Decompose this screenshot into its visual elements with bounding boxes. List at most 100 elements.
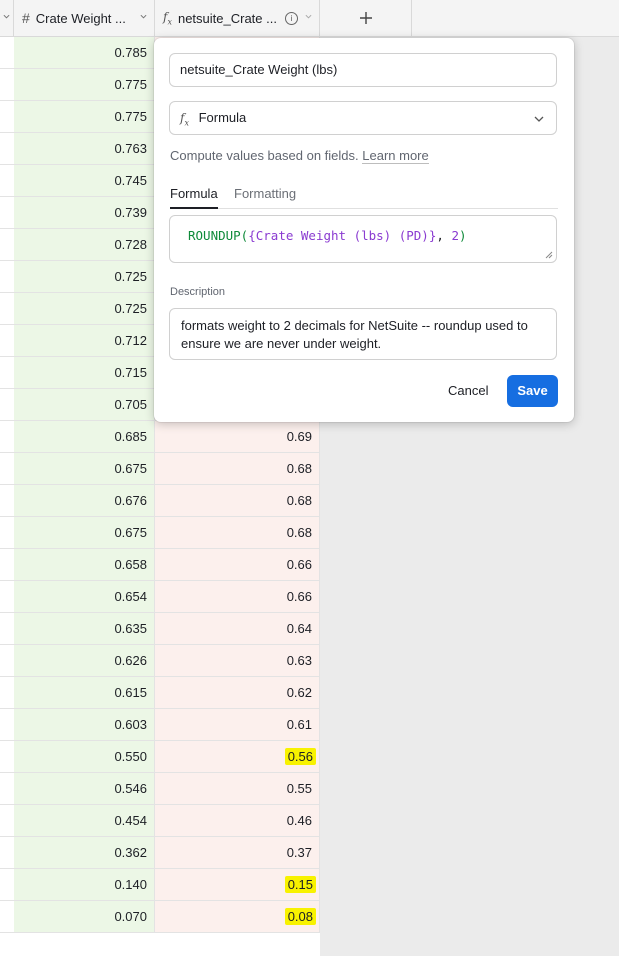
tab-formatting[interactable]: Formatting	[234, 186, 296, 207]
formula-input[interactable]: ROUNDUP({Crate Weight (lbs) (PD)}, 2)	[169, 215, 557, 263]
header-row-selector[interactable]	[0, 0, 14, 36]
cell-netsuite-crate-weight[interactable]: 0.62	[155, 677, 320, 708]
row-selector[interactable]	[0, 229, 15, 260]
row-selector[interactable]	[0, 773, 15, 804]
description-input[interactable]: formats weight to 2 decimals for NetSuit…	[169, 308, 557, 360]
row-selector[interactable]	[0, 805, 15, 836]
cell-netsuite-crate-weight[interactable]: 0.15	[155, 869, 320, 900]
table-row[interactable]: 0.675 0.68	[0, 517, 320, 549]
row-selector[interactable]	[0, 389, 15, 420]
cell-crate-weight[interactable]: 0.615	[14, 677, 155, 708]
table-row[interactable]: 0.658 0.66	[0, 549, 320, 581]
table-row[interactable]: 0.676 0.68	[0, 485, 320, 517]
row-selector[interactable]	[0, 453, 15, 484]
row-selector[interactable]	[0, 901, 15, 932]
cell-crate-weight[interactable]: 0.775	[14, 69, 155, 100]
table-row[interactable]: 0.140 0.15	[0, 869, 320, 901]
row-selector[interactable]	[0, 485, 15, 516]
cell-crate-weight[interactable]: 0.775	[14, 101, 155, 132]
cell-crate-weight[interactable]: 0.745	[14, 165, 155, 196]
row-selector[interactable]	[0, 549, 15, 580]
row-selector[interactable]	[0, 133, 15, 164]
table-row[interactable]: 0.550 0.56	[0, 741, 320, 773]
table-row[interactable]: 0.615 0.62	[0, 677, 320, 709]
row-selector[interactable]	[0, 677, 15, 708]
info-icon[interactable]: i	[284, 11, 298, 25]
cell-crate-weight[interactable]: 0.712	[14, 325, 155, 356]
add-field-button[interactable]	[320, 0, 412, 36]
cell-netsuite-crate-weight[interactable]: 0.08	[155, 901, 320, 932]
cell-crate-weight[interactable]: 0.654	[14, 581, 155, 612]
save-button[interactable]: Save	[507, 375, 558, 407]
row-selector[interactable]	[0, 325, 15, 356]
table-row[interactable]: 0.654 0.66	[0, 581, 320, 613]
cell-netsuite-crate-weight[interactable]: 0.61	[155, 709, 320, 740]
row-selector[interactable]	[0, 869, 15, 900]
cell-crate-weight[interactable]: 0.739	[14, 197, 155, 228]
table-row[interactable]: 0.454 0.46	[0, 805, 320, 837]
column-header-netsuite[interactable]: fx netsuite_Crate ... i	[155, 0, 320, 36]
cell-crate-weight[interactable]: 0.715	[14, 357, 155, 388]
row-selector[interactable]	[0, 197, 15, 228]
cell-crate-weight[interactable]: 0.725	[14, 261, 155, 292]
cell-netsuite-crate-weight[interactable]: 0.66	[155, 549, 320, 580]
cell-crate-weight[interactable]: 0.070	[14, 901, 155, 932]
table-row[interactable]: 0.070 0.08	[0, 901, 320, 933]
table-row[interactable]: 0.675 0.68	[0, 453, 320, 485]
cell-crate-weight[interactable]: 0.546	[14, 773, 155, 804]
field-name-input[interactable]: netsuite_Crate Weight (lbs)	[169, 53, 557, 87]
row-selector[interactable]	[0, 581, 15, 612]
cell-crate-weight[interactable]: 0.626	[14, 645, 155, 676]
cell-netsuite-crate-weight[interactable]: 0.66	[155, 581, 320, 612]
table-row[interactable]: 0.546 0.55	[0, 773, 320, 805]
row-selector[interactable]	[0, 837, 15, 868]
chevron-down-icon[interactable]	[305, 13, 312, 20]
row-selector[interactable]	[0, 421, 15, 452]
resize-handle-icon[interactable]	[545, 251, 553, 259]
cell-crate-weight[interactable]: 0.675	[14, 453, 155, 484]
cell-crate-weight[interactable]: 0.675	[14, 517, 155, 548]
cell-crate-weight[interactable]: 0.362	[14, 837, 155, 868]
row-selector[interactable]	[0, 613, 15, 644]
row-selector[interactable]	[0, 741, 15, 772]
row-selector[interactable]	[0, 261, 15, 292]
cell-crate-weight[interactable]: 0.658	[14, 549, 155, 580]
cell-crate-weight[interactable]: 0.140	[14, 869, 155, 900]
cell-crate-weight[interactable]: 0.728	[14, 229, 155, 260]
row-selector[interactable]	[0, 165, 15, 196]
cell-crate-weight[interactable]: 0.785	[14, 37, 155, 68]
table-row[interactable]: 0.603 0.61	[0, 709, 320, 741]
cell-crate-weight[interactable]: 0.550	[14, 741, 155, 772]
row-selector[interactable]	[0, 709, 15, 740]
cell-crate-weight[interactable]: 0.725	[14, 293, 155, 324]
cell-netsuite-crate-weight[interactable]: 0.56	[155, 741, 320, 772]
cell-netsuite-crate-weight[interactable]: 0.64	[155, 613, 320, 644]
cell-crate-weight[interactable]: 0.763	[14, 133, 155, 164]
cancel-button[interactable]: Cancel	[436, 375, 500, 407]
cell-crate-weight[interactable]: 0.603	[14, 709, 155, 740]
table-row[interactable]: 0.635 0.64	[0, 613, 320, 645]
cell-crate-weight[interactable]: 0.454	[14, 805, 155, 836]
table-row[interactable]: 0.685 0.69	[0, 421, 320, 453]
row-selector[interactable]	[0, 357, 15, 388]
table-row[interactable]: 0.626 0.63	[0, 645, 320, 677]
tab-formula[interactable]: Formula	[170, 186, 218, 209]
cell-netsuite-crate-weight[interactable]: 0.68	[155, 485, 320, 516]
cell-netsuite-crate-weight[interactable]: 0.68	[155, 517, 320, 548]
row-selector[interactable]	[0, 69, 15, 100]
cell-netsuite-crate-weight[interactable]: 0.63	[155, 645, 320, 676]
cell-netsuite-crate-weight[interactable]: 0.55	[155, 773, 320, 804]
row-selector[interactable]	[0, 645, 15, 676]
learn-more-link[interactable]: Learn more	[362, 148, 429, 164]
cell-netsuite-crate-weight[interactable]: 0.37	[155, 837, 320, 868]
chevron-down-icon[interactable]	[140, 13, 147, 20]
row-selector[interactable]	[0, 293, 15, 324]
field-type-select[interactable]: fx Formula	[169, 101, 557, 135]
row-selector[interactable]	[0, 517, 15, 548]
column-header-crate-weight[interactable]: # Crate Weight ...	[14, 0, 155, 36]
row-selector[interactable]	[0, 37, 15, 68]
cell-netsuite-crate-weight[interactable]: 0.68	[155, 453, 320, 484]
row-selector[interactable]	[0, 101, 15, 132]
cell-crate-weight[interactable]: 0.685	[14, 421, 155, 452]
cell-netsuite-crate-weight[interactable]: 0.46	[155, 805, 320, 836]
